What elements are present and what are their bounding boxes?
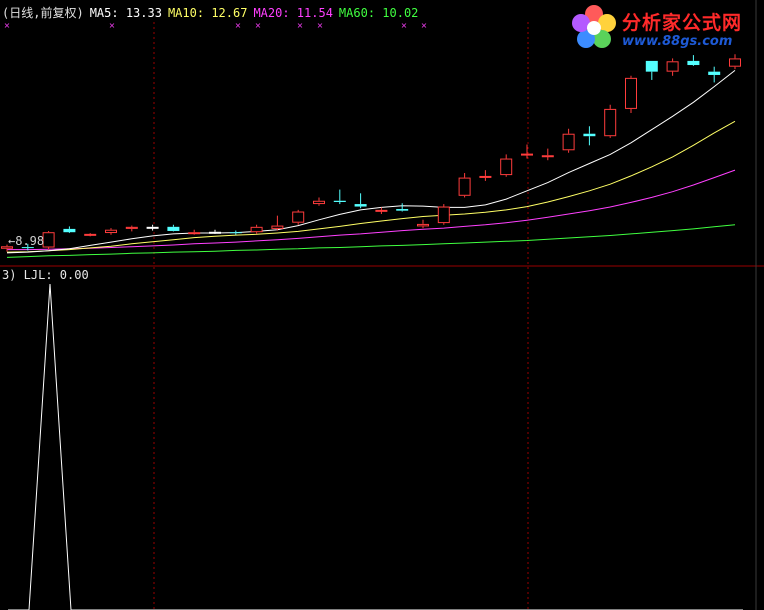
chart-canvas: × × × × × × × × <box>0 0 764 610</box>
ma5-value: 13.33 <box>125 6 162 20</box>
candle-body <box>562 133 575 151</box>
candle-body <box>229 232 242 234</box>
ljl-line <box>8 283 743 610</box>
ex-rights-marker: × <box>4 21 11 30</box>
candle-body <box>271 225 284 229</box>
candle-body <box>729 58 741 67</box>
candle-body <box>42 232 55 248</box>
candle-body <box>437 206 450 224</box>
candle-body <box>625 77 637 109</box>
ex-rights-marker: × <box>109 21 116 30</box>
ma60-value: 10.02 <box>382 6 419 20</box>
candle-body <box>604 108 617 137</box>
ex-rights-marker: × <box>421 21 428 30</box>
candle-body <box>583 133 596 137</box>
period-label: (日线,前复权) <box>2 6 84 20</box>
ex-rights-marker: × <box>297 21 304 30</box>
candle-body <box>458 177 471 196</box>
candle-body <box>354 204 367 207</box>
flower-logo-icon <box>572 5 616 48</box>
candle-body <box>541 155 554 158</box>
candle-body <box>666 61 679 72</box>
candle-body <box>375 209 388 212</box>
candle-body <box>687 60 700 66</box>
indicator-panel-header: 3) LJL: 0.00 <box>2 268 89 282</box>
candle-body <box>84 233 97 236</box>
ma60-label: MA60: <box>338 6 376 20</box>
ma20-line <box>7 169 736 251</box>
candle-body <box>105 229 117 234</box>
candle-body <box>479 175 492 178</box>
ex-rights-marker: × <box>317 21 324 30</box>
ma10-value: 12.67 <box>211 6 248 20</box>
candle-body <box>125 226 138 229</box>
candle-body <box>188 232 201 235</box>
candle-body <box>63 228 76 233</box>
ma20-label: MA20: <box>253 6 290 20</box>
candle-body <box>417 223 429 227</box>
stock-chart-window: × × × × × × × × (日线,前复权) MA5: 13.33 MA10: 12.67 MA… <box>0 0 764 610</box>
main-panel-header: (日线,前复权) MA5: 13.33 MA10: 12.67 MA20: 11.54… <box>2 6 424 20</box>
ma20-value: 11.54 <box>296 6 333 20</box>
site-logo: 分析家公式网 www.88gs.com <box>568 2 764 54</box>
candle-body <box>333 200 346 202</box>
candle-body <box>313 200 325 205</box>
candle-body <box>500 158 513 176</box>
ma10-label: MA10: <box>167 6 205 20</box>
candle-body <box>396 209 409 211</box>
logo-name: 分析家公式网 <box>622 12 743 34</box>
ma5-label: MA5: <box>89 6 119 20</box>
candle-body <box>167 226 180 231</box>
ex-rights-marker: × <box>235 21 242 30</box>
ex-rights-marker: × <box>401 21 408 30</box>
candle-body <box>292 211 305 223</box>
candle-body <box>521 153 533 156</box>
candle-body <box>250 226 263 233</box>
ex-rights-marker: × <box>255 21 262 30</box>
low-price-marker: ←8.98 <box>8 234 45 248</box>
candle-body <box>146 226 159 229</box>
candle-body <box>209 231 221 234</box>
candle-body <box>645 60 658 72</box>
candle-body <box>708 71 721 75</box>
logo-url: www.88gs.com <box>622 34 733 49</box>
